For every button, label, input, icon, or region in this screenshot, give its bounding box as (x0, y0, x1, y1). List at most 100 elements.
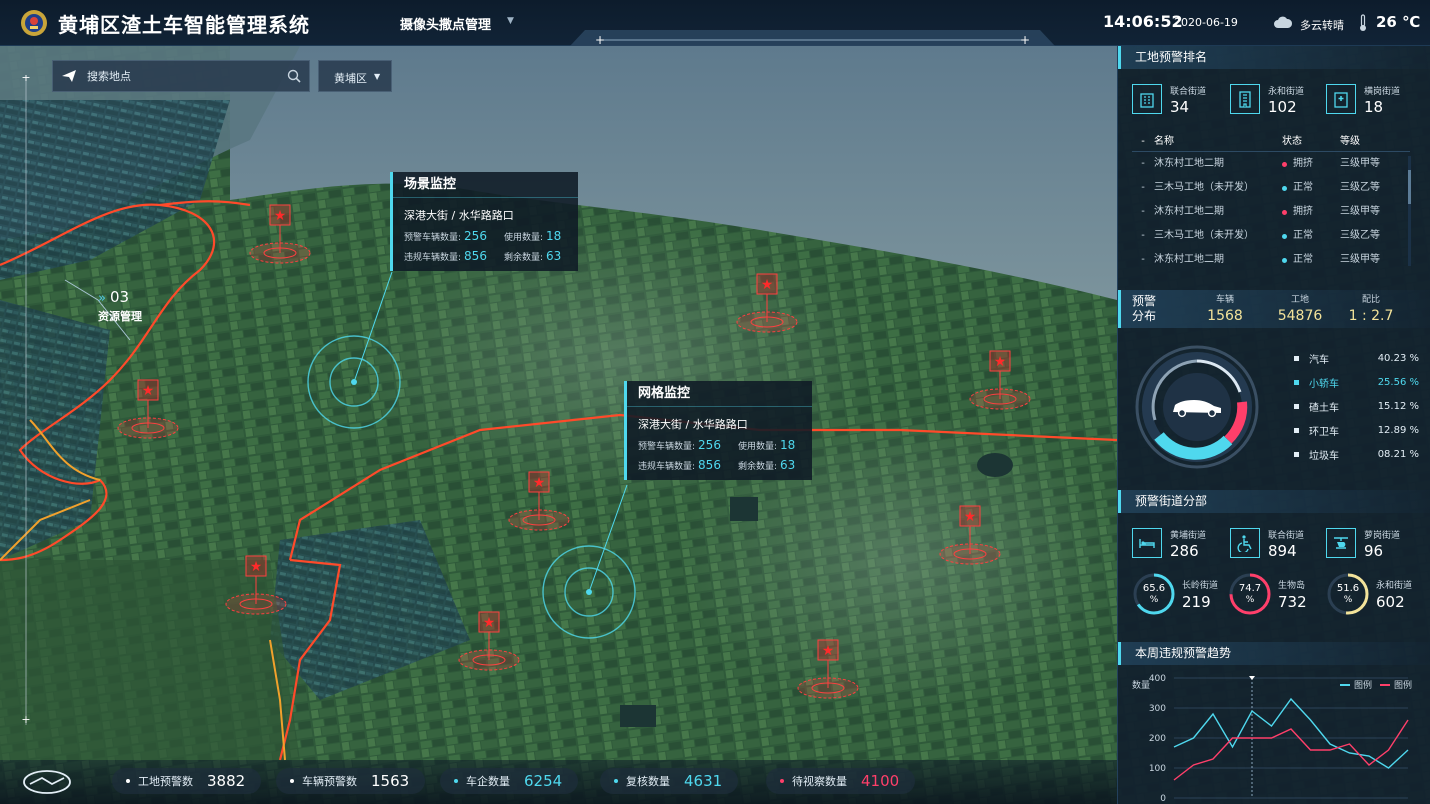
status-text: 正常 (1293, 254, 1313, 265)
progress-ring: 51.6% (1326, 572, 1370, 616)
resource-label: 资源管理 (98, 310, 142, 323)
legend-item[interactable]: 环卫车 12.89 % (1294, 418, 1419, 442)
app-title: 黄埔区渣土车智能管理系统 (58, 13, 310, 37)
legend-item[interactable]: 碴土车 15.12 % (1294, 394, 1419, 418)
resource-management-marker[interactable]: » 03 资源管理 (98, 288, 142, 324)
stat-review-count[interactable]: 复核数量 4631 (600, 768, 739, 794)
site-status: 拥挤 (1282, 200, 1340, 224)
caret-down-icon: ▼ (374, 72, 381, 81)
weekly-trend-title: 本周违规预警趋势 (1118, 642, 1430, 665)
svg-text:★: ★ (483, 615, 496, 631)
row-bullet: - (1141, 230, 1145, 241)
popup-stat-value: 18 (780, 438, 796, 452)
status-text: 正常 (1293, 182, 1313, 193)
popup-stat-value: 63 (780, 458, 796, 472)
street-warnings-title: 预警街道分部 (1118, 490, 1430, 513)
table-row[interactable]: - 沐东村工地二期 拥挤 三级甲等 (1132, 152, 1410, 176)
legend-item[interactable]: 汽车 40.23 % (1294, 346, 1419, 370)
stat-label: 车企数量 (466, 775, 510, 788)
table-scrollbar-thumb[interactable] (1408, 170, 1411, 204)
popup-stat-value: 856 (698, 458, 721, 472)
table-row[interactable]: - 三木马工地（未开发） 正常 三级乙等 (1132, 176, 1410, 200)
status-text: 拥挤 (1293, 158, 1313, 169)
warning-distribution-header: 预警分布 车辆 1568 工地 54876 配比 1 : 2.7 (1118, 290, 1430, 328)
legend-label: 碴土车 (1309, 402, 1339, 414)
table-row[interactable]: - 沐东村工地二期 拥挤 三级甲等 (1132, 200, 1410, 224)
site-warning-marker[interactable]: ★ (797, 639, 859, 699)
stat-site-warnings[interactable]: 工地预警数 3882 (112, 768, 262, 794)
status-text: 正常 (1293, 230, 1313, 241)
table-row[interactable]: - 三木马工地（未开发） 正常 三级乙等 (1132, 224, 1410, 248)
ranking-kpi[interactable]: 永和街道 102 (1230, 84, 1304, 116)
popup-stat-value: 18 (546, 229, 562, 243)
kpi-label: 联合街道 (1268, 531, 1305, 541)
site-warning-marker[interactable]: ★ (458, 611, 520, 671)
site-warning-marker[interactable]: ★ (249, 204, 311, 264)
kpi-label: 联合街道 (1170, 87, 1207, 97)
status-dot (1282, 257, 1287, 263)
ranking-kpi[interactable]: 联合街道 34 (1132, 84, 1206, 116)
camera-menu[interactable]: 摄像头撒点管理 (400, 14, 491, 33)
weekly-trend-chart: 数量 图例 图例 010020030040000:0002:0004:0006:… (1118, 670, 1430, 804)
svg-text:★: ★ (250, 559, 263, 575)
legend-item[interactable]: 垃圾车 08.21 % (1294, 442, 1419, 466)
street-kpi[interactable]: 黄埔街道 286 (1132, 528, 1206, 560)
legend-item[interactable]: 图例 (1340, 678, 1372, 691)
legend-item[interactable]: 图例 (1380, 678, 1412, 691)
stat-value: 6254 (524, 772, 563, 790)
kpi-label: 横岗街道 (1364, 87, 1401, 97)
scene-monitor-popup[interactable]: 场景监控 深港大街 / 水华路路口 预警车辆数量: 256 使用数量: 18 违规车… (390, 172, 578, 271)
ring-value: 732 (1278, 592, 1307, 611)
site-warning-marker[interactable]: ★ (736, 273, 798, 333)
street-kpi[interactable]: 萝岗街道 96 (1326, 528, 1400, 560)
right-panel: 工地预警排名 联合街道34 永和街道102 横岗街道18 - 名称 状态 (1117, 46, 1430, 804)
site-warning-marker[interactable]: ★ (969, 350, 1031, 410)
search-icon[interactable] (287, 69, 301, 83)
popup-stat-value: 256 (698, 438, 721, 452)
site-warning-marker[interactable]: ★ (225, 555, 287, 615)
progress-ring: 65.6% (1132, 572, 1176, 616)
ring-label: 生物岛 (1278, 580, 1306, 591)
stat-label: 工地预警数 (138, 775, 193, 788)
site-warning-marker[interactable]: ★ (508, 471, 570, 531)
stat-dot (614, 779, 618, 783)
kpi-value: 34 (1170, 98, 1190, 116)
stat-companies[interactable]: 车企数量 6254 (440, 768, 579, 794)
street-kpi[interactable]: 联合街道 894 (1230, 528, 1304, 560)
status-dot (1282, 209, 1287, 215)
stat-pending-inspection[interactable]: 待视察数量 4100 (766, 768, 916, 794)
stat-value: 4631 (684, 772, 723, 790)
popup-title: 场景监控 (393, 172, 578, 198)
resource-number: 03 (109, 288, 130, 306)
distribution-value: 54876 (1277, 308, 1323, 324)
legend-bullet (1294, 451, 1299, 457)
ring-unit: % (1343, 595, 1353, 605)
street-ring[interactable]: 51.6% 永和街道 602 (1326, 572, 1412, 616)
grid-monitor-popup[interactable]: 网格监控 深港大街 / 水华路路口 预警车辆数量: 256 使用数量: 18 违规车… (624, 381, 812, 480)
legend-item[interactable]: 小轿车 25.56 % (1294, 370, 1419, 394)
menu-caret-icon[interactable]: ▼ (507, 16, 514, 26)
date: 2020-06-19 (1174, 16, 1238, 29)
street-ring[interactable]: 65.6% 长岭街道 219 (1132, 572, 1218, 616)
ring-value: 602 (1376, 592, 1405, 611)
kpi-value: 102 (1268, 98, 1297, 116)
table-row[interactable]: - 沐东村工地二期 正常 三级甲等 (1132, 248, 1410, 272)
top-bar: 黄埔区渣土车智能管理系统 摄像头撒点管理 ▼ + + 14:06:52 2020… (0, 0, 1430, 46)
site-warning-marker[interactable]: ★ (117, 379, 179, 439)
stat-vehicle-warnings[interactable]: 车辆预警数 1563 (276, 768, 426, 794)
office-icon (1230, 84, 1260, 114)
stat-dot (290, 779, 294, 783)
popup-row: 预警车辆数量: 256 使用数量: 18 (627, 432, 812, 452)
ring-percent: 74.7 (1238, 583, 1262, 594)
district-select-value: 黄埔区 (334, 72, 367, 85)
search-input[interactable] (87, 66, 277, 86)
search-box[interactable] (52, 60, 310, 92)
site-warning-marker[interactable]: ★ (939, 505, 1001, 565)
ranking-kpi[interactable]: 横岗街道 18 (1326, 84, 1400, 116)
bottom-stats-bar: 工地预警数 3882 车辆预警数 1563 车企数量 6254 复核数量 463… (0, 760, 1117, 804)
site-status: 正常 (1282, 248, 1340, 272)
street-ring[interactable]: 74.7% 生物岛 732 (1228, 572, 1307, 616)
series-line (1173, 719, 1409, 781)
status-dot (1282, 185, 1287, 191)
district-select[interactable]: 黄埔区 ▼ (318, 60, 392, 92)
